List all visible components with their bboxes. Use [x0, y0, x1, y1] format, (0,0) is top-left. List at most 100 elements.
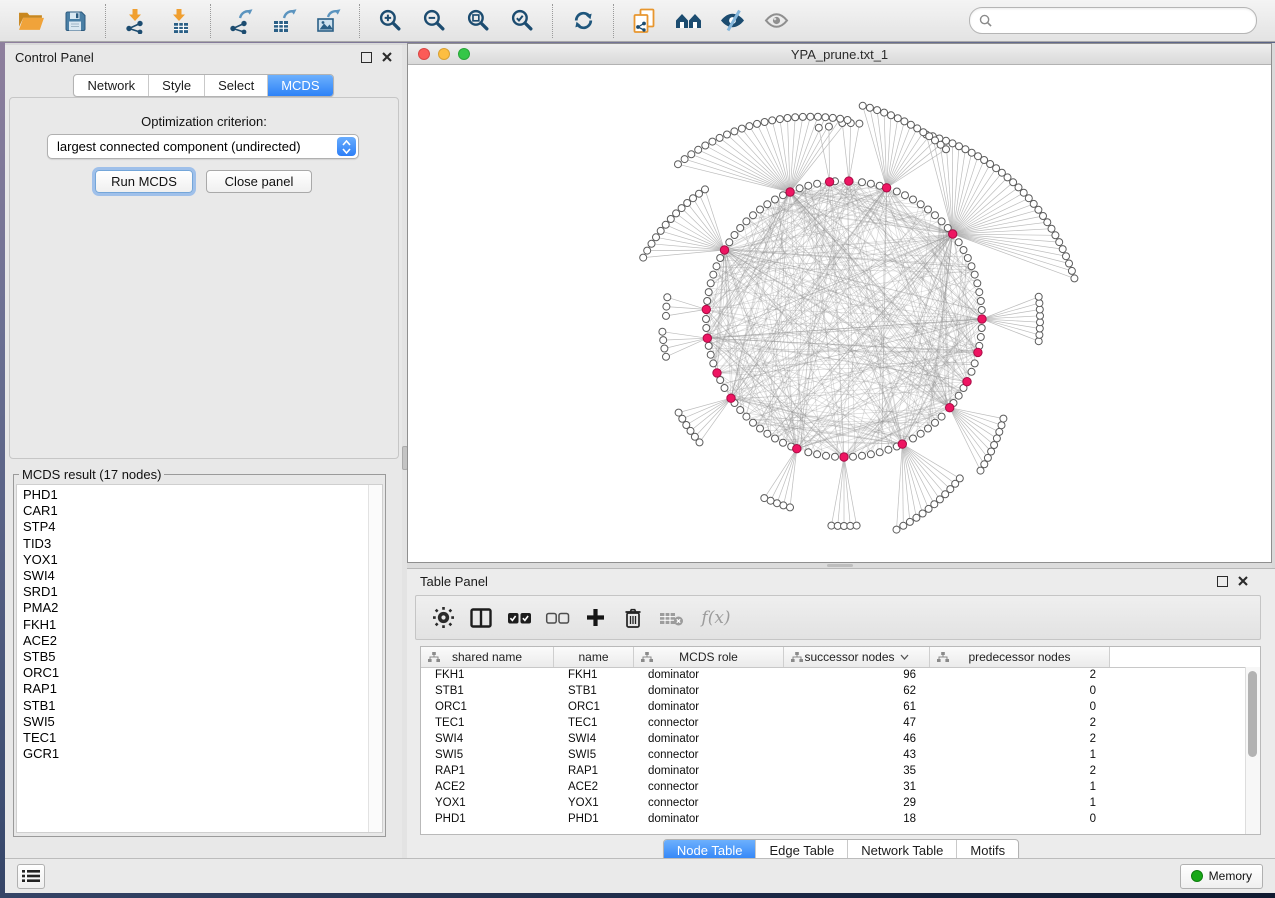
- table-cell: RAP1: [421, 765, 554, 777]
- table-row[interactable]: SWI4SWI4dominator462: [421, 731, 1246, 747]
- mcds-node-item[interactable]: CAR1: [17, 503, 368, 519]
- export-image-button[interactable]: [308, 4, 350, 38]
- delete-button[interactable]: [618, 602, 648, 634]
- add-row-button[interactable]: [580, 602, 610, 634]
- table-row[interactable]: RAP1RAP1dominator352: [421, 763, 1246, 779]
- tab-mcds[interactable]: MCDS: [268, 75, 332, 96]
- tree-icon: [641, 652, 653, 663]
- close-panel-button[interactable]: Close panel: [206, 170, 312, 193]
- select-all-icon: [507, 611, 532, 625]
- export-image-icon: [316, 8, 342, 34]
- mcds-node-item[interactable]: TEC1: [17, 730, 368, 746]
- sort-desc-icon: [900, 654, 909, 660]
- mcds-node-item[interactable]: SRD1: [17, 584, 368, 600]
- function-builder-button[interactable]: f(x): [694, 602, 738, 634]
- table-cell: ACE2: [554, 781, 634, 793]
- mcds-node-item[interactable]: STB1: [17, 698, 368, 714]
- table-row[interactable]: PHD1PHD1dominator180: [421, 811, 1246, 827]
- splitter-grip[interactable]: [827, 564, 853, 567]
- column-header-filler: [1110, 647, 1260, 667]
- tab-network[interactable]: Network: [74, 75, 149, 96]
- table-row[interactable]: YOX1YOX1connector291: [421, 795, 1246, 811]
- export-network-button[interactable]: [220, 4, 262, 38]
- close-panel-icon[interactable]: [382, 52, 392, 62]
- table-cell: 0: [930, 685, 1110, 697]
- network-view[interactable]: [408, 65, 1271, 562]
- tab-style[interactable]: Style: [149, 75, 205, 96]
- mcds-node-item[interactable]: ACE2: [17, 633, 368, 649]
- deselect-all-icon: [545, 611, 570, 625]
- mcds-node-item[interactable]: GCR1: [17, 746, 368, 762]
- select-all-button[interactable]: [504, 602, 534, 634]
- show-hidden-button[interactable]: [755, 4, 797, 38]
- mcds-node-item[interactable]: RAP1: [17, 681, 368, 697]
- zoom-fit-button[interactable]: [457, 4, 499, 38]
- memory-label: Memory: [1209, 869, 1252, 883]
- table-cell: 31: [784, 781, 930, 793]
- selected-criterion: largest connected component (undirected): [48, 139, 337, 154]
- table-row[interactable]: TEC1TEC1connector472: [421, 715, 1246, 731]
- table-row[interactable]: SWI5SWI5connector431: [421, 747, 1246, 763]
- panel-list-button[interactable]: [17, 864, 45, 889]
- export-table-button[interactable]: [264, 4, 306, 38]
- column-header-successor-nodes[interactable]: successor nodes: [784, 647, 930, 667]
- import-table-button[interactable]: [159, 4, 201, 38]
- houses-button[interactable]: [667, 4, 709, 38]
- refresh-button[interactable]: [562, 4, 604, 38]
- optimization-criterion-select[interactable]: largest connected component (undirected): [47, 134, 359, 159]
- mcds-result-title: MCDS result (17 nodes): [19, 467, 164, 482]
- run-mcds-button[interactable]: Run MCDS: [95, 170, 193, 193]
- table-cell: 29: [784, 797, 930, 809]
- scrollbar-thumb[interactable]: [1248, 671, 1257, 757]
- fx-icon: f(x): [701, 608, 730, 628]
- hide-selected-button[interactable]: [711, 4, 753, 38]
- table-cell: STB1: [554, 685, 634, 697]
- delete-table-button[interactable]: [656, 602, 686, 634]
- column-header-name[interactable]: name: [554, 647, 634, 667]
- workspace: Control Panel NetworkStyleSelectMCDS Opt…: [5, 43, 1275, 893]
- clone-network-button[interactable]: [623, 4, 665, 38]
- tab-select[interactable]: Select: [205, 75, 268, 96]
- zoom-out-button[interactable]: [413, 4, 455, 38]
- network-window-titlebar[interactable]: YPA_prune.txt_1: [408, 44, 1271, 65]
- float-panel-icon[interactable]: [1217, 576, 1228, 587]
- column-header-MCDS-role[interactable]: MCDS role: [634, 647, 784, 667]
- toolbar-separator: [552, 4, 553, 38]
- table-row[interactable]: FKH1FKH1dominator962: [421, 667, 1246, 683]
- table-cell: dominator: [634, 765, 784, 777]
- column-header-predecessor-nodes[interactable]: predecessor nodes: [930, 647, 1110, 667]
- mcds-node-item[interactable]: SWI4: [17, 568, 368, 584]
- mcds-node-item[interactable]: ORC1: [17, 665, 368, 681]
- memory-button[interactable]: Memory: [1180, 864, 1263, 889]
- mcds-node-item[interactable]: TID3: [17, 536, 368, 552]
- mcds-node-item[interactable]: STP4: [17, 519, 368, 535]
- zoom-selected-button[interactable]: [501, 4, 543, 38]
- mcds-node-item[interactable]: PHD1: [17, 487, 368, 503]
- mcds-node-item[interactable]: SWI5: [17, 714, 368, 730]
- table-row[interactable]: ACE2ACE2connector311: [421, 779, 1246, 795]
- mcds-list-scrollbar[interactable]: [368, 485, 382, 832]
- network-graph[interactable]: [408, 65, 1271, 562]
- deselect-all-button[interactable]: [542, 602, 572, 634]
- mcds-node-item[interactable]: STB5: [17, 649, 368, 665]
- table-row[interactable]: ORC1ORC1dominator610: [421, 699, 1246, 715]
- mcds-node-item[interactable]: YOX1: [17, 552, 368, 568]
- save-session-button[interactable]: [54, 4, 96, 38]
- eye-icon: [763, 9, 790, 32]
- show-columns-button[interactable]: [466, 602, 496, 634]
- table-scrollbar[interactable]: [1245, 667, 1260, 834]
- mcds-tab-content: Optimization criterion: largest connecte…: [9, 97, 399, 459]
- open-session-button[interactable]: [10, 4, 52, 38]
- float-panel-icon[interactable]: [361, 52, 372, 63]
- mcds-node-item[interactable]: FKH1: [17, 617, 368, 633]
- table-settings-button[interactable]: [428, 602, 458, 634]
- close-panel-icon[interactable]: [1238, 576, 1248, 586]
- search-input[interactable]: [998, 13, 1247, 29]
- table-cell: PHD1: [421, 813, 554, 825]
- import-network-button[interactable]: [115, 4, 157, 38]
- mcds-node-item[interactable]: PMA2: [17, 600, 368, 616]
- column-header-shared-name[interactable]: shared name: [421, 647, 554, 667]
- zoom-in-button[interactable]: [369, 4, 411, 38]
- table-row[interactable]: STB1STB1dominator620: [421, 683, 1246, 699]
- search-box[interactable]: [969, 7, 1257, 34]
